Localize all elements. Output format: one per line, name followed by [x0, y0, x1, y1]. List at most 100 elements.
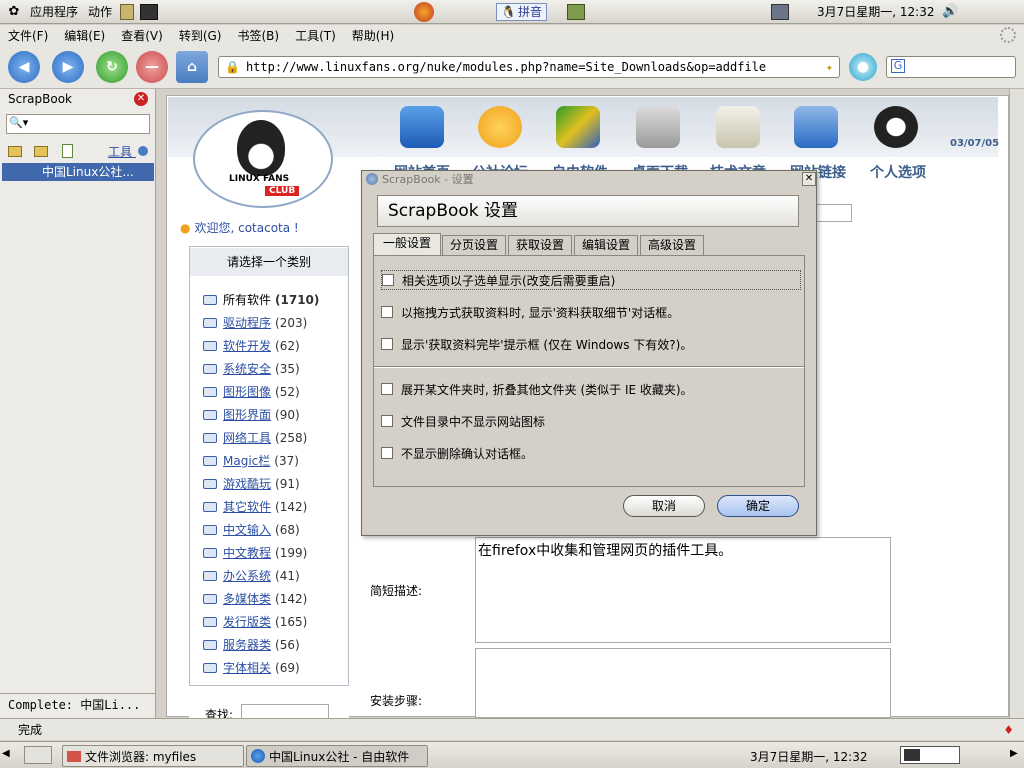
tab-capture[interactable]: 获取设置 [508, 235, 572, 255]
menu-tools[interactable]: 工具(T) [287, 27, 344, 44]
go-button[interactable]: ● [849, 53, 877, 81]
new-folder-icon[interactable] [8, 146, 22, 157]
category-item[interactable]: 发行版类 (165) [203, 613, 307, 630]
menu-go[interactable]: 转到(G) [171, 27, 230, 44]
menu-view[interactable]: 查看(V) [113, 27, 171, 44]
taskbar-left-arrow-icon[interactable]: ◀ [2, 748, 10, 759]
category-item[interactable]: 其它软件 (142) [203, 498, 307, 515]
category-item[interactable]: 中文输入 (68) [203, 521, 300, 538]
back-button[interactable]: ◀ [8, 51, 40, 83]
tab-general[interactable]: 一般设置 [373, 233, 441, 255]
links-nav-icon[interactable] [794, 106, 838, 148]
category-name[interactable]: 软件开发 [223, 339, 271, 353]
page-search-box[interactable] [816, 204, 852, 222]
option-drag-detail[interactable]: 以拖拽方式获取资料时, 显示'资料获取细节'对话框。 [381, 302, 801, 322]
menu-help[interactable]: 帮助(H) [344, 27, 402, 44]
category-item[interactable]: 多媒体类 (142) [203, 590, 307, 607]
task-file-browser[interactable]: 文件浏览器: myfiles [62, 745, 244, 767]
category-item[interactable]: 所有软件 (1710) [203, 291, 319, 308]
category-item[interactable]: 办公系统 (41) [203, 567, 300, 584]
home-button[interactable]: ⌂ [176, 51, 208, 83]
reload-button[interactable]: ↻ [96, 51, 128, 83]
task-firefox[interactable]: 中国Linux公社 - 自由软件 [246, 745, 428, 767]
tab-paging[interactable]: 分页设置 [442, 235, 506, 255]
new-page-icon[interactable] [62, 144, 73, 158]
category-name[interactable]: 服务器类 [223, 638, 271, 652]
sidebar-search-input[interactable]: 🔍▾ [6, 114, 150, 134]
category-item[interactable]: 中文教程 (199) [203, 544, 307, 561]
tools-menu[interactable]: 工具 [108, 143, 148, 160]
category-name[interactable]: 系统安全 [223, 362, 271, 376]
category-item[interactable]: 系统安全 (35) [203, 360, 300, 377]
option-drag-detail-checkbox[interactable] [381, 306, 393, 318]
option-capture-done[interactable]: 显示'获取资料完毕'提示框 (仅在 Windows 下有效?)。 [381, 334, 801, 354]
forward-button[interactable]: ▶ [52, 51, 84, 83]
ok-button[interactable]: 确定 [717, 495, 799, 517]
menu-bookmarks[interactable]: 书签(B) [229, 27, 287, 44]
search-icon[interactable]: 🔍▾ [9, 116, 28, 129]
option-submenu[interactable]: 相关选项以子选单显示(改变后需要重启) [381, 270, 801, 290]
taskbar-clock[interactable]: 3月7日星期一, 12:32 [750, 748, 867, 765]
category-name[interactable]: 发行版类 [223, 615, 271, 629]
category-name[interactable]: 字体相关 [223, 661, 271, 675]
category-name[interactable]: Magic栏 [223, 454, 270, 468]
cancel-button[interactable]: 取消 [623, 495, 705, 517]
menu-edit[interactable]: 编辑(E) [56, 27, 113, 44]
option-hide-favicons[interactable]: 文件目录中不显示网站图标 [381, 411, 801, 431]
firefox-icon[interactable] [414, 1, 435, 22]
volume-icon[interactable]: 🔊 [940, 2, 960, 22]
category-name[interactable]: 图形图像 [223, 385, 271, 399]
option-hide-favicons-checkbox[interactable] [381, 415, 393, 427]
url-bar[interactable]: 🔒 http://www.linuxfans.org/nuke/modules.… [218, 56, 840, 78]
forum-nav-icon[interactable] [478, 106, 522, 148]
category-item[interactable]: Magic栏 (37) [203, 452, 299, 469]
tab-advanced[interactable]: 高级设置 [640, 235, 704, 255]
option-no-delete-confirm[interactable]: 不显示删除确认对话框。 [381, 443, 801, 463]
gnome-foot-icon[interactable]: ✿ [4, 2, 24, 22]
category-item[interactable]: 软件开发 (62) [203, 337, 300, 354]
option-capture-done-checkbox[interactable] [381, 338, 393, 350]
category-name[interactable]: 办公系统 [223, 569, 271, 583]
option-submenu-checkbox[interactable] [382, 274, 394, 286]
category-item[interactable]: 字体相关 (69) [203, 659, 300, 676]
category-item[interactable]: 服务器类 (56) [203, 636, 300, 653]
content-scrollbar[interactable] [1009, 89, 1024, 718]
steps-textarea[interactable] [475, 648, 891, 718]
book-icon[interactable] [567, 3, 585, 20]
sidebar-close-icon[interactable]: ✕ [134, 92, 148, 106]
ime-indicator[interactable]: 🐧 拼音 [496, 2, 547, 21]
nav-profile[interactable]: 个人选项 [870, 162, 926, 182]
articles-nav-icon[interactable] [716, 106, 760, 148]
panel-clock[interactable]: 3月7日星期一, 12:32 [817, 3, 934, 20]
category-name[interactable]: 所有软件 [223, 293, 271, 307]
category-name[interactable]: 其它软件 [223, 500, 271, 514]
actions-menu[interactable]: 动作 [88, 3, 112, 20]
workspace-1[interactable] [904, 749, 920, 761]
applications-menu[interactable]: 应用程序 [30, 3, 78, 20]
home-nav-icon[interactable] [400, 106, 444, 148]
software-nav-icon[interactable] [556, 106, 600, 148]
open-folder-icon[interactable] [34, 146, 48, 157]
category-item[interactable]: 图形界面 (90) [203, 406, 300, 423]
category-name[interactable]: 驱动程序 [223, 316, 271, 330]
dialog-titlebar[interactable]: ScrapBook - 设置 [362, 171, 816, 187]
search-input[interactable]: G [886, 56, 1016, 78]
dialog-close-button[interactable]: ✕ [802, 172, 816, 186]
google-icon[interactable]: G [891, 59, 905, 73]
category-item[interactable]: 图形图像 (52) [203, 383, 300, 400]
option-collapse-folders-checkbox[interactable] [381, 383, 393, 395]
option-no-delete-confirm-checkbox[interactable] [381, 447, 393, 459]
category-name[interactable]: 图形界面 [223, 408, 271, 422]
tab-edit[interactable]: 编辑设置 [574, 235, 638, 255]
terminal-icon[interactable] [140, 3, 159, 20]
desc-textarea[interactable]: 在firefox中收集和管理网页的插件工具。 [475, 537, 891, 643]
sidebar-item-selected[interactable]: 中国Linux公社... [2, 163, 154, 181]
option-collapse-folders[interactable]: 展开某文件夹时, 折叠其他文件夹 (类似于 IE 收藏夹)。 [381, 379, 801, 399]
category-name[interactable]: 网络工具 [223, 431, 271, 445]
category-item[interactable]: 驱动程序 (203) [203, 314, 307, 331]
notes-icon[interactable] [120, 3, 135, 20]
category-item[interactable]: 网络工具 (258) [203, 429, 307, 446]
category-name[interactable]: 游戏酷玩 [223, 477, 271, 491]
network-icon[interactable] [771, 3, 789, 20]
category-name[interactable]: 中文教程 [223, 546, 271, 560]
